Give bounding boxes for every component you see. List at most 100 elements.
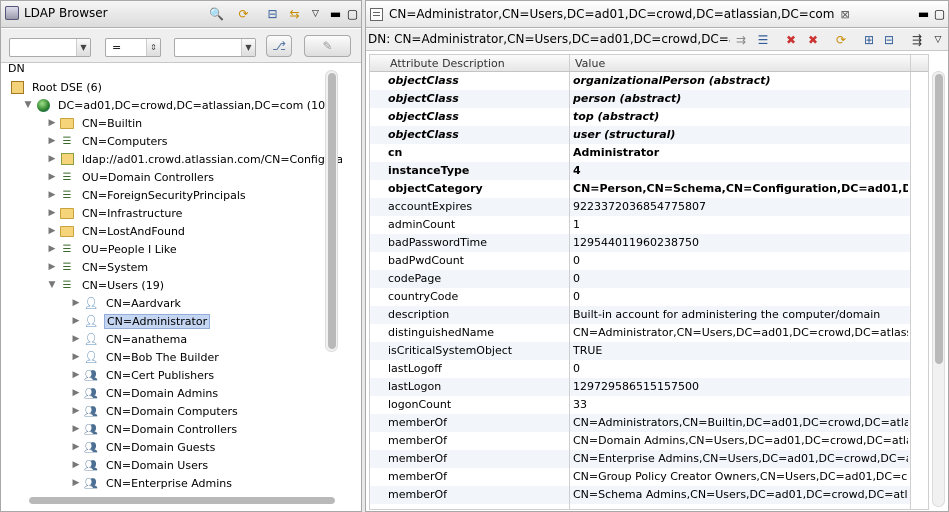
collapsed-triangle-icon[interactable]: ▶ xyxy=(45,244,59,254)
attribute-row[interactable]: accountExpires 9223372036854775807 xyxy=(370,198,910,216)
delete-all-values-icon[interactable]: ✖ xyxy=(804,31,822,49)
column-header-attribute[interactable]: Attribute Description xyxy=(390,57,505,70)
collapse-all-icon[interactable]: ⊟ xyxy=(263,5,282,23)
attribute-row[interactable]: objectClass top (abstract) xyxy=(370,108,910,126)
attribute-row[interactable]: objectClass person (abstract) xyxy=(370,90,910,108)
collapsed-triangle-icon[interactable]: ▶ xyxy=(69,478,83,488)
attribute-row[interactable]: instanceType 4 xyxy=(370,162,910,180)
tree-node-label[interactable]: CN=Domain Admins xyxy=(104,387,220,400)
attribute-value-cell[interactable]: 33 xyxy=(573,398,908,411)
attribute-value-cell[interactable]: top (abstract) xyxy=(573,110,908,123)
tree-node-label[interactable]: CN=Enterprise Admins xyxy=(104,477,234,490)
attribute-name-cell[interactable]: memberOf xyxy=(388,488,566,501)
attribute-row[interactable]: objectClass organizationalPerson (abstrac… xyxy=(370,72,910,90)
collapse-all-icon[interactable]: ⊟ xyxy=(880,31,898,49)
tree-node[interactable]: ▶ ☰ OU=Domain Controllers xyxy=(45,168,216,186)
column-divider[interactable] xyxy=(569,55,570,71)
attribute-name-cell[interactable]: objectCategory xyxy=(388,182,566,195)
attribute-name-cell[interactable]: accountExpires xyxy=(388,200,566,213)
collapsed-triangle-icon[interactable]: ▶ xyxy=(45,172,59,182)
dit-tree[interactable]: DN Root DSE (6) ▼ DC=ad01,DC=crowd,DC=atla… xyxy=(1,64,342,494)
tree-node-label[interactable]: CN=System xyxy=(80,261,150,274)
tree-node-label[interactable]: CN=LostAndFound xyxy=(80,225,187,238)
tree-node[interactable]: ▶ 👥︎ CN=Enterprise Admins xyxy=(69,474,234,492)
tree-node[interactable]: Root DSE (6) xyxy=(9,78,104,96)
attribute-name-cell[interactable]: objectClass xyxy=(388,110,566,123)
expanded-triangle-icon[interactable]: ▼ xyxy=(21,100,35,110)
attribute-value-cell[interactable]: CN=Enterprise Admins,CN=Users,DC=ad01,DC… xyxy=(573,452,908,465)
tree-node-label[interactable]: CN=Computers xyxy=(80,135,170,148)
collapsed-triangle-icon[interactable]: ▶ xyxy=(69,388,83,398)
attribute-name-cell[interactable]: badPwdCount xyxy=(388,254,566,267)
tree-node[interactable]: ▶ 👥︎ CN=Domain Guests xyxy=(69,438,217,456)
attribute-row[interactable]: objectCategory CN=Person,CN=Schema,CN=Con… xyxy=(370,180,910,198)
new-value-icon[interactable]: ⇉ xyxy=(732,31,750,49)
attribute-name-cell[interactable]: logonCount xyxy=(388,398,566,411)
table-vertical-scrollbar[interactable] xyxy=(932,71,945,507)
show-decorated-values-icon[interactable]: ⇶ xyxy=(908,31,926,49)
attribute-value-cell[interactable]: 4 xyxy=(573,164,908,177)
tree-node[interactable]: ▶ 👥︎ CN=Domain Admins xyxy=(69,384,220,402)
tree-node-label[interactable]: CN=anathema xyxy=(104,333,189,346)
collapsed-triangle-icon[interactable]: ▶ xyxy=(69,442,83,452)
attribute-row[interactable]: logonCount 33 xyxy=(370,396,910,414)
attribute-row[interactable]: countryCode 0 xyxy=(370,288,910,306)
scrollbar-thumb[interactable] xyxy=(328,73,336,349)
attribute-row[interactable]: memberOf CN=Enterprise Admins,CN=Users,DC… xyxy=(370,450,910,468)
tree-node[interactable]: ▶ ☰ CN=ForeignSecurityPrincipals xyxy=(45,186,248,204)
maximize-icon[interactable]: ▢ xyxy=(343,5,361,23)
operator-select[interactable]: = ⇕ xyxy=(105,38,161,57)
tree-node[interactable]: ▶ 👥︎ CN=Cert Publishers xyxy=(69,366,216,384)
tree-node[interactable]: ▶ 👤︎ CN=Administrator xyxy=(69,312,211,330)
attribute-value-cell[interactable]: person (abstract) xyxy=(573,92,908,105)
attribute-row[interactable]: lastLogon 129729586515157500 xyxy=(370,378,910,396)
scrollbar-thumb[interactable] xyxy=(935,74,943,364)
collapsed-triangle-icon[interactable]: ▶ xyxy=(45,118,59,128)
attribute-combo[interactable]: ▼ xyxy=(9,38,91,57)
attribute-name-cell[interactable]: objectClass xyxy=(388,74,566,87)
collapsed-triangle-icon[interactable]: ▶ xyxy=(45,190,59,200)
attribute-row[interactable]: distinguishedName CN=Administrator,CN=Use… xyxy=(370,324,910,342)
view-menu-icon[interactable]: ▽ xyxy=(929,31,947,49)
tree-node-label[interactable]: CN=Domain Computers xyxy=(104,405,240,418)
scrollbar-thumb[interactable] xyxy=(29,497,335,504)
value-combo[interactable]: ▼ xyxy=(174,38,256,57)
tree-node[interactable]: ▼ ☰ CN=Users (19) xyxy=(45,276,166,294)
attribute-row[interactable]: memberOf CN=Administrators,CN=Builtin,DC=… xyxy=(370,414,910,432)
attribute-row[interactable]: adminCount 1 xyxy=(370,216,910,234)
tree-node-label[interactable]: CN=Bob The Builder xyxy=(104,351,221,364)
attribute-value-cell[interactable]: CN=Group Policy Creator Owners,CN=Users,… xyxy=(573,470,908,483)
attribute-value-cell[interactable]: 9223372036854775807 xyxy=(573,200,908,213)
collapsed-triangle-icon[interactable]: ▶ xyxy=(69,352,83,362)
tree-node[interactable]: ▶ CN=Infrastructure xyxy=(45,204,184,222)
attribute-value-cell[interactable]: CN=Domain Admins,CN=Users,DC=ad01,DC=cro… xyxy=(573,434,908,447)
expand-all-icon[interactable]: ⊞ xyxy=(860,31,878,49)
tree-node[interactable]: ▶ ☰ OU=People I Like xyxy=(45,240,179,258)
tree-node-label[interactable]: CN=Cert Publishers xyxy=(104,369,216,382)
attribute-row[interactable]: isCriticalSystemObject TRUE xyxy=(370,342,910,360)
attribute-name-cell[interactable]: codePage xyxy=(388,272,566,285)
attribute-row[interactable]: memberOf CN=Schema Admins,CN=Users,DC=ad0… xyxy=(370,486,910,504)
attribute-value-cell[interactable]: Administrator xyxy=(573,146,908,159)
tree-node[interactable]: ▼ DC=ad01,DC=crowd,DC=atlassian,DC=com (1… xyxy=(21,96,331,114)
attribute-name-cell[interactable]: adminCount xyxy=(388,218,566,231)
attribute-name-cell[interactable]: lastLogoff xyxy=(388,362,566,375)
attribute-table[interactable]: Attribute Description Value objectClass o… xyxy=(369,54,929,510)
attribute-value-cell[interactable]: Built-in account for administering the c… xyxy=(573,308,908,321)
attribute-value-cell[interactable]: 0 xyxy=(573,272,908,285)
attribute-value-cell[interactable]: 1 xyxy=(573,218,908,231)
attribute-name-cell[interactable]: badPasswordTime xyxy=(388,236,566,249)
attribute-name-cell[interactable]: countryCode xyxy=(388,290,566,303)
clear-filter-button[interactable]: ✎ xyxy=(304,35,351,57)
tree-node-label[interactable]: DC=ad01,DC=crowd,DC=atlassian,DC=com (10… xyxy=(56,99,331,112)
tree-node-label[interactable]: CN=ForeignSecurityPrincipals xyxy=(80,189,248,202)
tree-node-label[interactable]: CN=Aardvark xyxy=(104,297,183,310)
tree-node[interactable]: ▶ ☰ CN=Computers xyxy=(45,132,170,150)
attribute-row[interactable]: lastLogoff 0 xyxy=(370,360,910,378)
tree-node-label[interactable]: CN=Infrastructure xyxy=(80,207,184,220)
new-attribute-icon[interactable]: ☰ xyxy=(754,31,772,49)
collapsed-triangle-icon[interactable]: ▶ xyxy=(45,154,59,164)
attribute-name-cell[interactable]: memberOf xyxy=(388,470,566,483)
attribute-value-cell[interactable]: 0 xyxy=(573,254,908,267)
collapsed-triangle-icon[interactable]: ▶ xyxy=(69,370,83,380)
